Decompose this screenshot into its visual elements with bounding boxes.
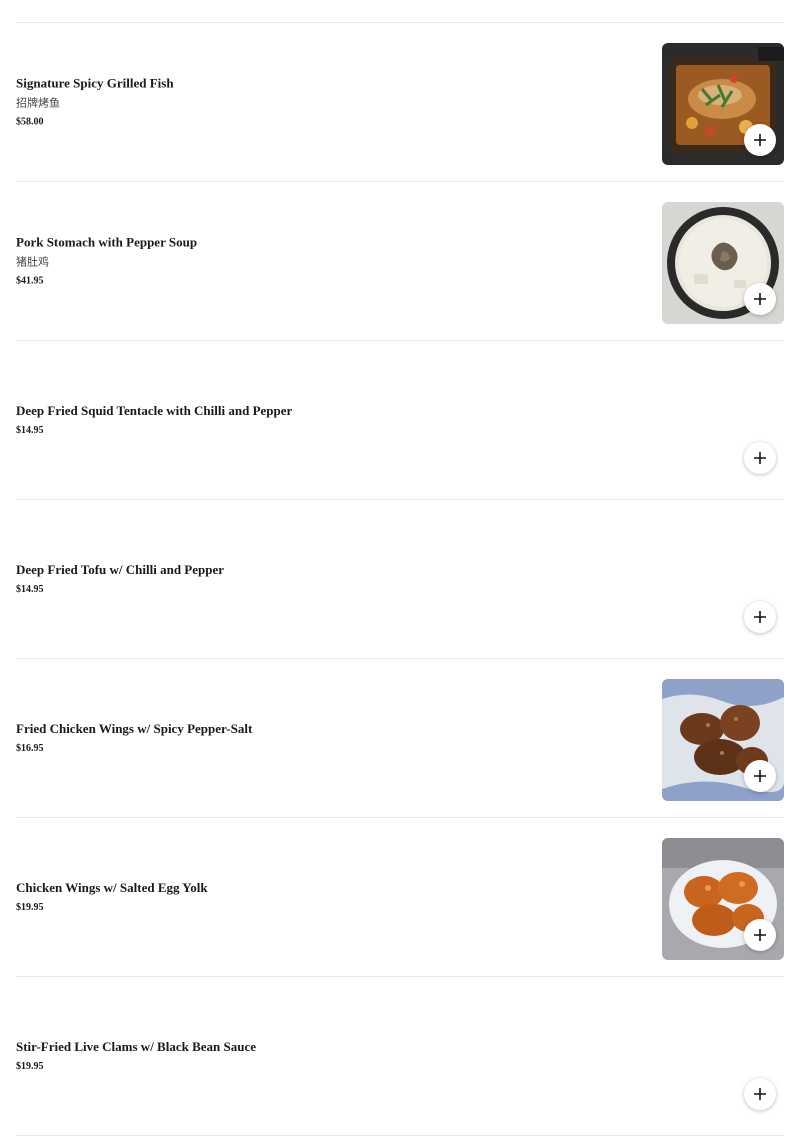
- menu-item-price: $14.95: [16, 425, 44, 436]
- menu-item-info: Deep Fried Tofu w/ Chilli and Pepper $14…: [16, 561, 616, 597]
- menu-item-price: $19.95: [16, 1061, 44, 1072]
- menu-item-info: Fried Chicken Wings w/ Spicy Pepper-Salt…: [16, 720, 616, 756]
- add-to-cart-button[interactable]: [744, 124, 776, 156]
- menu-item-name: Signature Spicy Grilled Fish: [16, 75, 174, 91]
- menu-item-info: Chicken Wings w/ Salted Egg Yolk $19.95: [16, 879, 616, 915]
- menu-item[interactable]: Pork Stomach with Pepper Soup 猪肚鸡 $41.95: [16, 182, 784, 341]
- menu-item-name: Stir-Fried Live Clams w/ Black Bean Sauc…: [16, 1039, 257, 1054]
- menu-item-price: $14.95: [16, 584, 44, 595]
- menu-item[interactable]: Fried Chicken Wings w/ Spicy Pepper-Salt…: [16, 659, 784, 818]
- plus-icon: [753, 610, 767, 624]
- menu-item-info: Stir-Fried Live Clams w/ Black Bean Sauc…: [16, 1038, 616, 1074]
- menu-item[interactable]: Signature Spicy Grilled Fish 招牌烤鱼 $58.00: [16, 23, 784, 182]
- menu-item-list: Signature Spicy Grilled Fish 招牌烤鱼 $58.00: [16, 23, 784, 1136]
- menu-item-price: $41.95: [16, 275, 44, 287]
- menu-item-name: Fried Chicken Wings w/ Spicy Pepper-Salt: [16, 721, 253, 736]
- menu-item-chinese-name: 猪肚鸡: [16, 256, 49, 269]
- add-to-cart-button[interactable]: [744, 1078, 776, 1110]
- add-to-cart-button[interactable]: [744, 760, 776, 792]
- plus-icon: [753, 292, 767, 306]
- menu-item[interactable]: Chicken Wings w/ Salted Egg Yolk $19.95: [16, 818, 784, 977]
- menu-item-name: Pork Stomach with Pepper Soup: [16, 234, 198, 250]
- menu-item[interactable]: Deep Fried Tofu w/ Chilli and Pepper $14…: [16, 500, 784, 659]
- menu-item-name: Deep Fried Squid Tentacle with Chilli an…: [16, 403, 293, 418]
- plus-icon: [753, 451, 767, 465]
- menu-item-price: $19.95: [16, 902, 44, 913]
- plus-icon: [753, 928, 767, 942]
- menu-item-name: Chicken Wings w/ Salted Egg Yolk: [16, 880, 208, 895]
- plus-icon: [753, 1087, 767, 1101]
- menu-item-info: Pork Stomach with Pepper Soup 猪肚鸡 $41.95: [16, 234, 616, 289]
- plus-icon: [753, 769, 767, 783]
- plus-icon: [753, 133, 767, 147]
- add-to-cart-button[interactable]: [744, 283, 776, 315]
- menu-item-price: $58.00: [16, 116, 44, 128]
- menu-item-price: $16.95: [16, 743, 44, 754]
- menu-item-info: Deep Fried Squid Tentacle with Chilli an…: [16, 402, 616, 438]
- add-to-cart-button[interactable]: [744, 442, 776, 474]
- add-to-cart-button[interactable]: [744, 919, 776, 951]
- menu-item-chinese-name: 招牌烤鱼: [16, 97, 60, 110]
- menu-item-name: Deep Fried Tofu w/ Chilli and Pepper: [16, 562, 225, 577]
- menu-item-info: Signature Spicy Grilled Fish 招牌烤鱼 $58.00: [16, 75, 616, 130]
- menu-item[interactable]: Deep Fried Squid Tentacle with Chilli an…: [16, 341, 784, 500]
- add-to-cart-button[interactable]: [744, 601, 776, 633]
- menu-item[interactable]: Stir-Fried Live Clams w/ Black Bean Sauc…: [16, 977, 784, 1136]
